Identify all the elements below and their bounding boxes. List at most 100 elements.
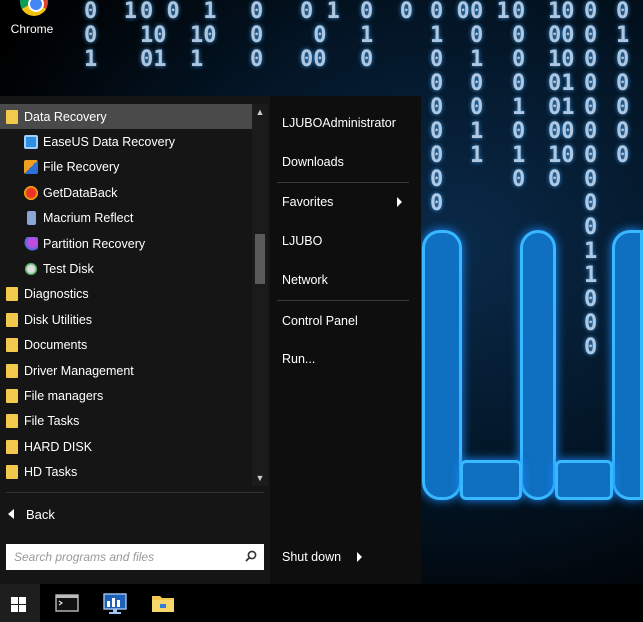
right-item-label: Run... bbox=[282, 352, 316, 366]
taskbar-file-explorer[interactable] bbox=[140, 584, 186, 622]
search-box[interactable] bbox=[6, 544, 264, 570]
program-label: Data Recovery bbox=[24, 109, 107, 124]
start-menu: Data Recovery EaseUS Data Recovery File … bbox=[0, 96, 421, 584]
back-label: Back bbox=[26, 506, 55, 522]
program-folder-hd-tasks[interactable]: HD Tasks bbox=[0, 459, 252, 484]
right-item-network[interactable]: Network bbox=[277, 265, 409, 295]
folder-icon bbox=[6, 439, 18, 454]
right-item-ljubo[interactable]: LJUBO bbox=[277, 226, 409, 256]
wallpaper-binary-rain: 0 1 0 00 bbox=[300, 0, 340, 72]
program-label: Driver Management bbox=[24, 363, 134, 378]
right-item-label: Network bbox=[282, 273, 328, 287]
divider bbox=[6, 492, 264, 493]
file-explorer-icon bbox=[152, 596, 174, 612]
scroll-up-arrow-icon[interactable]: ▲ bbox=[252, 104, 268, 120]
program-label: File Tasks bbox=[24, 414, 80, 429]
right-item-control-panel[interactable]: Control Panel bbox=[277, 306, 409, 336]
wallpaper-binary-rain: 0 0 10 01 bbox=[140, 0, 180, 72]
taskbar-network-monitor[interactable] bbox=[92, 584, 138, 622]
program-folder-disk-utilities[interactable]: Disk Utilities bbox=[0, 307, 252, 332]
program-label: File managers bbox=[24, 388, 104, 403]
network-monitor-icon bbox=[103, 593, 127, 614]
wallpaper-binary-rain: 0 0 1 0 0 0 0 0 0 0 bbox=[430, 0, 470, 216]
wallpaper-binary-rain: 0 0 1 0 bbox=[360, 0, 413, 72]
program-label: Diagnostics bbox=[24, 287, 89, 302]
program-partition-recovery[interactable]: Partition Recovery bbox=[0, 231, 252, 256]
folder-icon bbox=[6, 312, 18, 327]
search-input[interactable] bbox=[6, 544, 236, 570]
right-item-label: LJUBO bbox=[282, 234, 323, 248]
getdataback-icon bbox=[24, 185, 38, 200]
program-folder-file-tasks[interactable]: File Tasks bbox=[0, 409, 252, 434]
right-item-label: Downloads bbox=[282, 155, 344, 169]
wallpaper-circuit bbox=[422, 230, 462, 500]
wallpaper-binary-rain: 0 0 0 0 1 0 1 0 bbox=[512, 0, 526, 192]
program-macrium-reflect[interactable]: Macrium Reflect bbox=[0, 206, 252, 231]
folder-icon bbox=[6, 414, 18, 429]
taskbar bbox=[0, 584, 643, 622]
testdisk-icon bbox=[24, 262, 38, 277]
wallpaper-circuit bbox=[460, 460, 522, 500]
program-folder-file-managers[interactable]: File managers bbox=[0, 383, 252, 408]
program-label: HARD DISK bbox=[24, 439, 93, 454]
right-item-run[interactable]: Run... bbox=[277, 344, 409, 374]
program-label: GetDataBack bbox=[43, 185, 118, 200]
program-list: Data Recovery EaseUS Data Recovery File … bbox=[0, 104, 252, 486]
wallpaper-binary-rain: 1 10 1 bbox=[190, 0, 217, 72]
right-item-label: Control Panel bbox=[282, 314, 358, 328]
start-button[interactable] bbox=[0, 584, 40, 622]
program-file-recovery[interactable]: File Recovery bbox=[0, 155, 252, 180]
shutdown-options-arrow-icon[interactable] bbox=[357, 552, 362, 562]
folder-icon bbox=[6, 287, 18, 302]
program-label: Macrium Reflect bbox=[43, 211, 134, 226]
wallpaper-binary-rain: 0 1 0 1 bbox=[84, 0, 137, 72]
desktop-icon-chrome[interactable]: Chrome bbox=[4, 0, 60, 42]
chrome-icon bbox=[20, 0, 48, 16]
program-label: Disk Utilities bbox=[24, 312, 93, 327]
program-list-scrollbar[interactable]: ▲ ▼ bbox=[252, 104, 268, 486]
program-folder-hard-disk[interactable]: HARD DISK bbox=[0, 434, 252, 459]
divider bbox=[277, 182, 409, 183]
right-item-label: Favorites bbox=[282, 195, 334, 209]
program-folder-diagnostics[interactable]: Diagnostics bbox=[0, 282, 252, 307]
wallpaper-binary-rain: 0 0 0 bbox=[250, 0, 264, 72]
divider bbox=[277, 300, 409, 301]
right-item-downloads[interactable]: Downloads bbox=[277, 147, 409, 177]
program-folder-documents[interactable]: Documents bbox=[0, 333, 252, 358]
program-label: EaseUS Data Recovery bbox=[43, 135, 176, 150]
wallpaper-binary-rain: 0 0 0 0 0 0 0 0 0 0 1 1 0 0 0 bbox=[584, 0, 598, 360]
wallpaper-binary-rain: 0 1 0 1 0 0 1 1 bbox=[470, 0, 510, 168]
right-item-label: LJUBOAdministrator bbox=[282, 116, 396, 130]
program-label: HD Tasks bbox=[24, 465, 78, 480]
back-button[interactable]: Back bbox=[8, 504, 55, 524]
program-easeus-data-recovery[interactable]: EaseUS Data Recovery bbox=[0, 129, 252, 154]
wallpaper-circuit bbox=[520, 230, 556, 500]
wallpaper-circuit bbox=[612, 230, 643, 500]
program-label: File Recovery bbox=[43, 160, 120, 175]
program-folder-driver-management[interactable]: Driver Management bbox=[0, 358, 252, 383]
right-item-favorites[interactable]: Favorites bbox=[277, 187, 409, 217]
program-getdataback[interactable]: GetDataBack bbox=[0, 180, 252, 205]
macrium-icon bbox=[27, 211, 36, 226]
program-label: Test Disk bbox=[43, 262, 94, 277]
file-recovery-icon bbox=[24, 160, 38, 175]
folder-icon bbox=[6, 109, 18, 124]
program-folder-data-recovery[interactable]: Data Recovery bbox=[0, 104, 252, 130]
wallpaper-binary-rain: 0 1 0 0 0 0 0 bbox=[616, 0, 630, 168]
scrollbar-thumb[interactable] bbox=[255, 234, 265, 284]
back-arrow-icon bbox=[8, 509, 14, 519]
right-item-user[interactable]: LJUBOAdministrator bbox=[277, 108, 409, 138]
scroll-down-arrow-icon[interactable]: ▼ bbox=[252, 470, 268, 486]
program-test-disk[interactable]: Test Disk bbox=[0, 256, 252, 281]
shutdown-button[interactable]: Shut down bbox=[277, 542, 409, 572]
wallpaper-circuit bbox=[555, 460, 613, 500]
program-label: Partition Recovery bbox=[43, 236, 146, 251]
folder-icon bbox=[6, 363, 18, 378]
wallpaper-binary-rain: 10 00 10 01 01 00 10 0 bbox=[548, 0, 575, 192]
search-icon[interactable] bbox=[245, 550, 257, 562]
start-menu-right-panel: LJUBOAdministrator Downloads Favorites L… bbox=[270, 96, 421, 584]
start-menu-left-panel: Data Recovery EaseUS Data Recovery File … bbox=[0, 96, 270, 584]
partition-recovery-icon bbox=[24, 236, 38, 251]
folder-icon bbox=[6, 338, 18, 353]
taskbar-terminal[interactable] bbox=[44, 584, 90, 622]
